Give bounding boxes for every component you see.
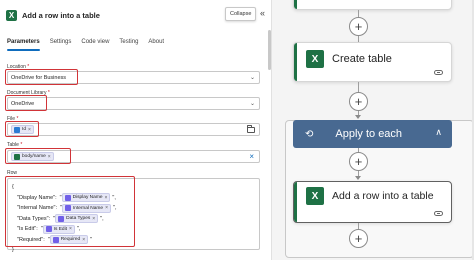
card-accent — [294, 43, 297, 81]
card-accent — [294, 0, 297, 9]
dynamic-content-icon — [45, 226, 52, 233]
json-line-is-edit: "Is Edit": " Is Edit × ", — [17, 224, 81, 234]
loop-icon: ⟲ — [305, 128, 314, 140]
remove-token-icon[interactable]: × — [48, 154, 51, 160]
excel-icon: X — [6, 9, 17, 21]
panel-scrollbar[interactable] — [268, 30, 271, 70]
connector-line — [358, 82, 359, 92]
dynamic-content-icon — [64, 205, 71, 212]
json-line-required: "Required": " Required × " — [17, 235, 93, 245]
location-dropdown[interactable]: OneDrive for Business ⌄ — [7, 71, 260, 84]
tab-code-view[interactable]: Code view — [81, 39, 109, 53]
json-open-brace: { — [12, 184, 14, 191]
excel-icon — [14, 153, 20, 160]
row-label: Row — [7, 170, 18, 176]
add-row-card[interactable]: X Add a row into a table — [293, 181, 452, 223]
table-label: Table * — [7, 142, 23, 148]
collapse-panel-icon[interactable]: « — [260, 8, 265, 18]
add-step-button[interactable]: + — [349, 17, 368, 36]
internal-name-token[interactable]: Internal Name × — [61, 203, 111, 213]
clear-icon[interactable]: × — [249, 152, 254, 161]
library-dropdown[interactable]: OneDrive ⌄ — [7, 97, 260, 110]
folder-icon[interactable] — [247, 125, 255, 133]
create-table-card[interactable]: X Create table — [293, 42, 452, 82]
data-types-token[interactable]: Data Types × — [55, 214, 99, 224]
required-token[interactable]: Required × — [49, 235, 89, 245]
tab-settings[interactable]: Settings — [50, 39, 72, 53]
location-value: OneDrive for Business — [11, 74, 67, 81]
add-row-title: Add a row into a table — [332, 190, 434, 202]
excel-icon: X — [306, 50, 324, 68]
file-input[interactable]: Id × — [7, 123, 260, 136]
remove-token-icon[interactable]: × — [69, 226, 72, 232]
dynamic-content-icon — [52, 236, 59, 243]
apply-to-each-title: Apply to each — [335, 128, 403, 140]
json-line-internal-name: "Internal Name": " Internal Name × ", — [17, 203, 117, 213]
remove-token-icon[interactable]: × — [28, 127, 31, 133]
panel-tabs: Parameters Settings Code view Testing Ab… — [7, 39, 164, 53]
link-icon — [434, 211, 443, 216]
add-step-button[interactable]: + — [349, 229, 368, 248]
excel-icon: X — [306, 187, 324, 205]
file-token[interactable]: Id × — [11, 125, 34, 134]
table-input[interactable]: body/name × × — [7, 150, 260, 163]
library-label: Document Library * — [7, 90, 50, 96]
chevron-up-icon[interactable]: ∧ — [435, 127, 442, 138]
connector-line — [358, 10, 359, 17]
library-value: OneDrive — [11, 100, 35, 107]
remove-token-icon[interactable]: × — [82, 237, 85, 243]
arrow-down-icon — [355, 176, 361, 180]
remove-token-icon[interactable]: × — [104, 195, 107, 201]
json-line-data-types: "Data Types": " Data Types × ", — [17, 214, 104, 224]
chevron-down-icon: ⌄ — [249, 101, 255, 107]
location-label: Location * — [7, 64, 30, 70]
card-accent — [294, 182, 297, 222]
action-details-panel: X Add a row into a table Collapse « Para… — [0, 0, 272, 260]
flow-canvas: + X Create table + ⟲ Apply to each ∧ + X… — [273, 0, 474, 260]
collapse-tooltip: Collapse — [225, 7, 257, 21]
dynamic-content-icon — [58, 215, 65, 222]
remove-token-icon[interactable]: × — [92, 216, 95, 222]
remove-token-icon[interactable]: × — [105, 205, 108, 211]
link-icon — [434, 70, 443, 75]
chevron-down-icon: ⌄ — [249, 75, 255, 81]
dynamic-content-icon — [64, 194, 71, 201]
add-step-button[interactable]: + — [349, 152, 368, 171]
previous-action-card[interactable] — [293, 0, 452, 10]
panel-title: Add a row into a table — [22, 10, 100, 20]
onedrive-icon — [14, 126, 20, 133]
arrow-down-icon — [355, 115, 361, 119]
create-table-title: Create table — [332, 53, 392, 65]
row-json-editor[interactable]: { "Display Name": " Display Name × ", "I… — [7, 178, 260, 253]
add-step-button[interactable]: + — [349, 92, 368, 111]
tab-about[interactable]: About — [148, 39, 164, 53]
table-token[interactable]: body/name × — [11, 152, 54, 161]
is-edit-token[interactable]: Is Edit × — [42, 224, 75, 234]
tab-testing[interactable]: Testing — [119, 39, 138, 53]
display-name-token[interactable]: Display Name × — [61, 193, 111, 203]
apply-to-each-header[interactable]: ⟲ Apply to each ∧ — [293, 120, 452, 148]
file-label: File * — [7, 116, 19, 122]
tab-parameters[interactable]: Parameters — [7, 39, 40, 53]
json-line-display-name: "Display Name": " Display Name × ", — [17, 193, 116, 203]
json-close-brace: } — [12, 247, 14, 254]
